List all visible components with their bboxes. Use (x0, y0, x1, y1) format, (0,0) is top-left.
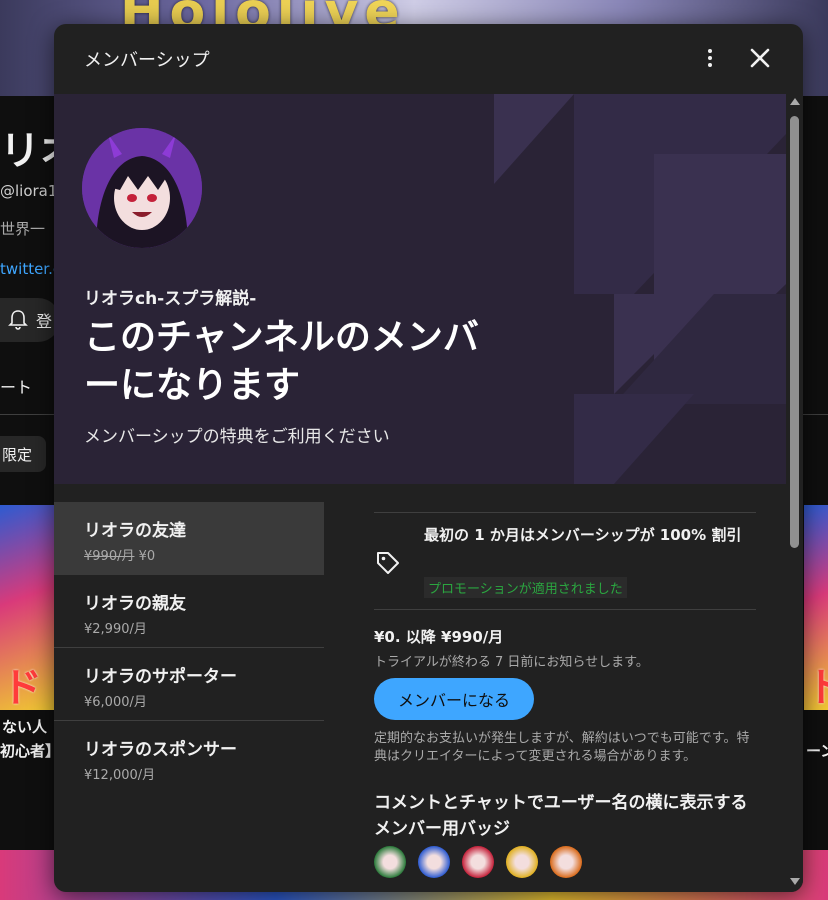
dialog-scroll-area[interactable]: リオラch-スプラ解説- このチャンネルのメンバ ーになります メンバーシップの… (54, 94, 803, 892)
tier-item-supporter[interactable]: リオラのサポーター ¥6,000/月 (54, 648, 324, 721)
membership-dialog: メンバーシップ リオラch-スプラ解説- このチャンネルのメンバ ーになります … (54, 24, 803, 892)
hero-channel-name: リオラch-スプラ解説- (84, 289, 257, 309)
join-membership-button[interactable]: メンバーになる (374, 678, 534, 720)
dialog-header: メンバーシップ (54, 24, 803, 94)
tier-detail: 最初の 1 か月はメンバーシップが 100% 割引 プロモーションが適用されまし… (374, 512, 756, 878)
tier-price: ¥6,000/月 (84, 695, 147, 710)
more-options-icon[interactable] (694, 42, 726, 74)
channel-handle-bg: @liora1 (0, 182, 58, 200)
tier-name: リオラの友達 (84, 521, 186, 541)
promotion-box: 最初の 1 か月はメンバーシップが 100% 割引 プロモーションが適用されまし… (374, 512, 756, 610)
dialog-title: メンバーシップ (84, 50, 210, 71)
trial-note: トライアルが終わる 7 日前にお知らせします。 (374, 655, 649, 670)
tag-icon (377, 552, 399, 574)
hero-heading: このチャンネルのメンバ ーになります (84, 314, 544, 410)
channel-description-bg: 世界一 (0, 220, 46, 238)
member-badge (550, 846, 582, 878)
subscribe-label-bg: 登 (36, 312, 53, 331)
bell-icon (8, 310, 28, 330)
tier-name: リオラの親友 (84, 594, 186, 614)
video-title-right[interactable]: ーン (806, 740, 828, 761)
scrollbar[interactable] (786, 94, 803, 892)
hero-subtitle: メンバーシップの特典をご利用ください (84, 427, 390, 447)
tier-old-price: ¥990/月 (84, 549, 135, 564)
video-thumbnail-right[interactable]: ト (804, 505, 828, 710)
member-badge (506, 846, 538, 878)
subscribe-button-bg[interactable]: 登 (0, 298, 60, 342)
tier-item-tomodachi[interactable]: リオラの友達 ¥990/月 ¥0 (54, 502, 324, 575)
close-icon[interactable] (744, 42, 776, 74)
hero-heading-line-1: このチャンネルのメンバ (84, 317, 479, 358)
hero-heading-line-2: ーになります (84, 365, 301, 406)
tier-new-price: ¥0 (138, 549, 156, 564)
membership-hero: リオラch-スプラ解説- このチャンネルのメンバ ーになります メンバーシップの… (54, 94, 786, 484)
badges-heading: コメントとチャットでユーザー名の横に表示するメンバー用バッジ (374, 793, 748, 839)
tier-price: ¥2,990/月 (84, 622, 147, 637)
tier-name: リオラのスポンサー (84, 740, 237, 760)
legal-notice: 定期的なお支払いが発生しますが、解約はいつでも可能です。特典はクリエイターによっ… (374, 731, 750, 764)
tab-bg[interactable]: ート (0, 374, 32, 398)
tier-list: リオラの友達 ¥990/月 ¥0 リオラの親友 ¥2,990/月 リオラのサポー… (54, 502, 324, 794)
scrollbar-thumb[interactable] (790, 116, 799, 548)
member-badge-row (374, 846, 756, 878)
member-badge (418, 846, 450, 878)
video-title-left-2[interactable]: 初心者】 (0, 740, 60, 761)
price-summary: ¥0. 以降 ¥990/月 (374, 628, 504, 646)
tier-name: リオラのサポーター (84, 667, 237, 687)
filter-chip-bg[interactable]: 限定 (0, 436, 46, 472)
video-title-left-1[interactable]: ない人 (2, 716, 47, 737)
tier-price: ¥12,000/月 (84, 768, 156, 783)
video-thumbnail-left[interactable]: ド (0, 505, 54, 710)
promotion-text: 最初の 1 か月はメンバーシップが 100% 割引 (424, 526, 742, 544)
member-badge (374, 846, 406, 878)
channel-link-bg[interactable]: twitter.c (0, 260, 61, 278)
scroll-up-arrow-icon[interactable] (790, 98, 800, 105)
channel-avatar (82, 128, 202, 248)
scroll-down-arrow-icon[interactable] (790, 878, 800, 885)
tier-item-shinyu[interactable]: リオラの親友 ¥2,990/月 (54, 575, 324, 648)
promotion-applied-badge: プロモーションが適用されました (424, 577, 627, 598)
tier-price: ¥990/月 ¥0 (84, 545, 324, 564)
member-badge (462, 846, 494, 878)
tier-item-sponsor[interactable]: リオラのスポンサー ¥12,000/月 (54, 721, 324, 794)
